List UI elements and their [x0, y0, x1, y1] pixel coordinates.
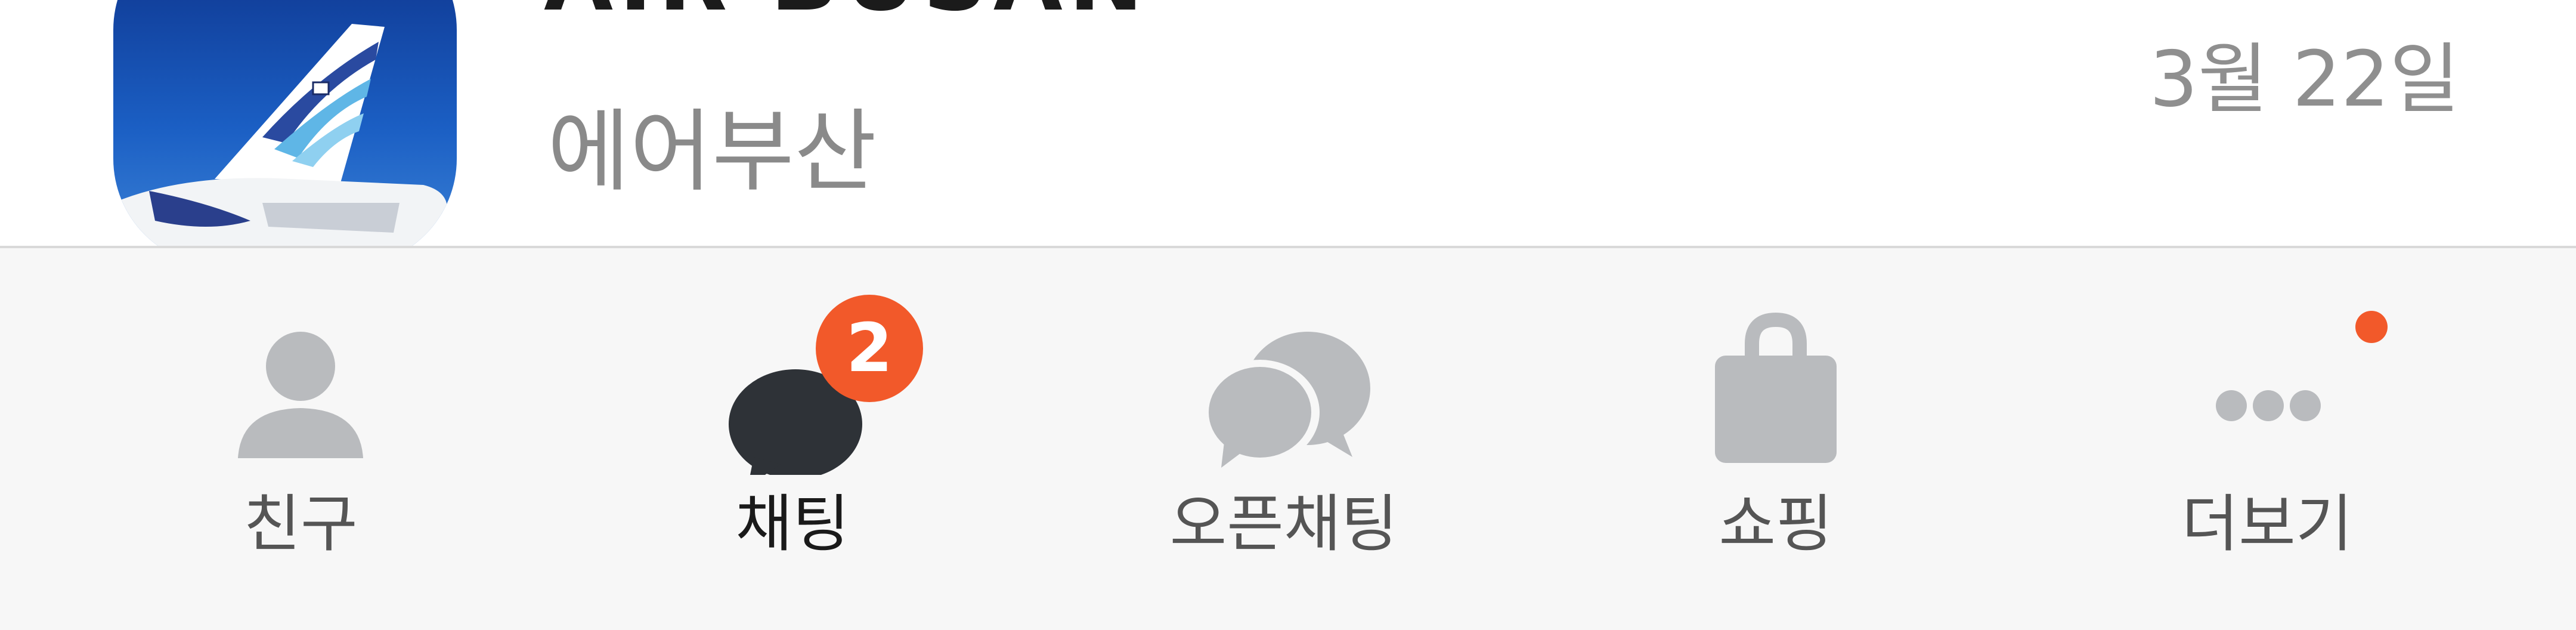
chat-subtitle: 에어부산 — [547, 100, 877, 204]
bottom-tab-bar: 친구 채팅 오픈채팅 쇼핑 더보기 2 — [0, 246, 2576, 630]
tab-chats[interactable]: 채팅 — [535, 248, 1050, 630]
shopping-bag-icon — [1680, 308, 1871, 475]
chat-title: AIR BUSAN — [544, 0, 1149, 24]
tab-more[interactable]: 더보기 — [2010, 248, 2525, 630]
tab-shopping[interactable]: 쇼핑 — [1518, 248, 2033, 630]
tab-friends[interactable]: 친구 — [43, 248, 558, 630]
open-chat-icon — [1188, 308, 1379, 475]
tab-label-chats: 채팅 — [735, 487, 850, 560]
tab-open-chat[interactable]: 오픈채팅 — [1026, 248, 1541, 630]
tab-label-friends: 친구 — [243, 487, 358, 560]
chat-list-item[interactable]: AIR BUSAN 에어부산 3월 22일 — [0, 0, 2576, 246]
tab-label-open-chat: 오픈채팅 — [1169, 487, 1398, 560]
friends-icon — [205, 308, 396, 475]
notification-dot — [2355, 311, 2388, 343]
air-busan-avatar — [113, 0, 457, 246]
unread-count-badge: 2 — [816, 295, 923, 402]
chat-date: 3월 22일 — [2149, 35, 2460, 124]
tab-label-more: 더보기 — [2181, 487, 2353, 560]
more-icon — [2172, 308, 2363, 475]
tab-label-shopping: 쇼핑 — [1719, 487, 1833, 560]
